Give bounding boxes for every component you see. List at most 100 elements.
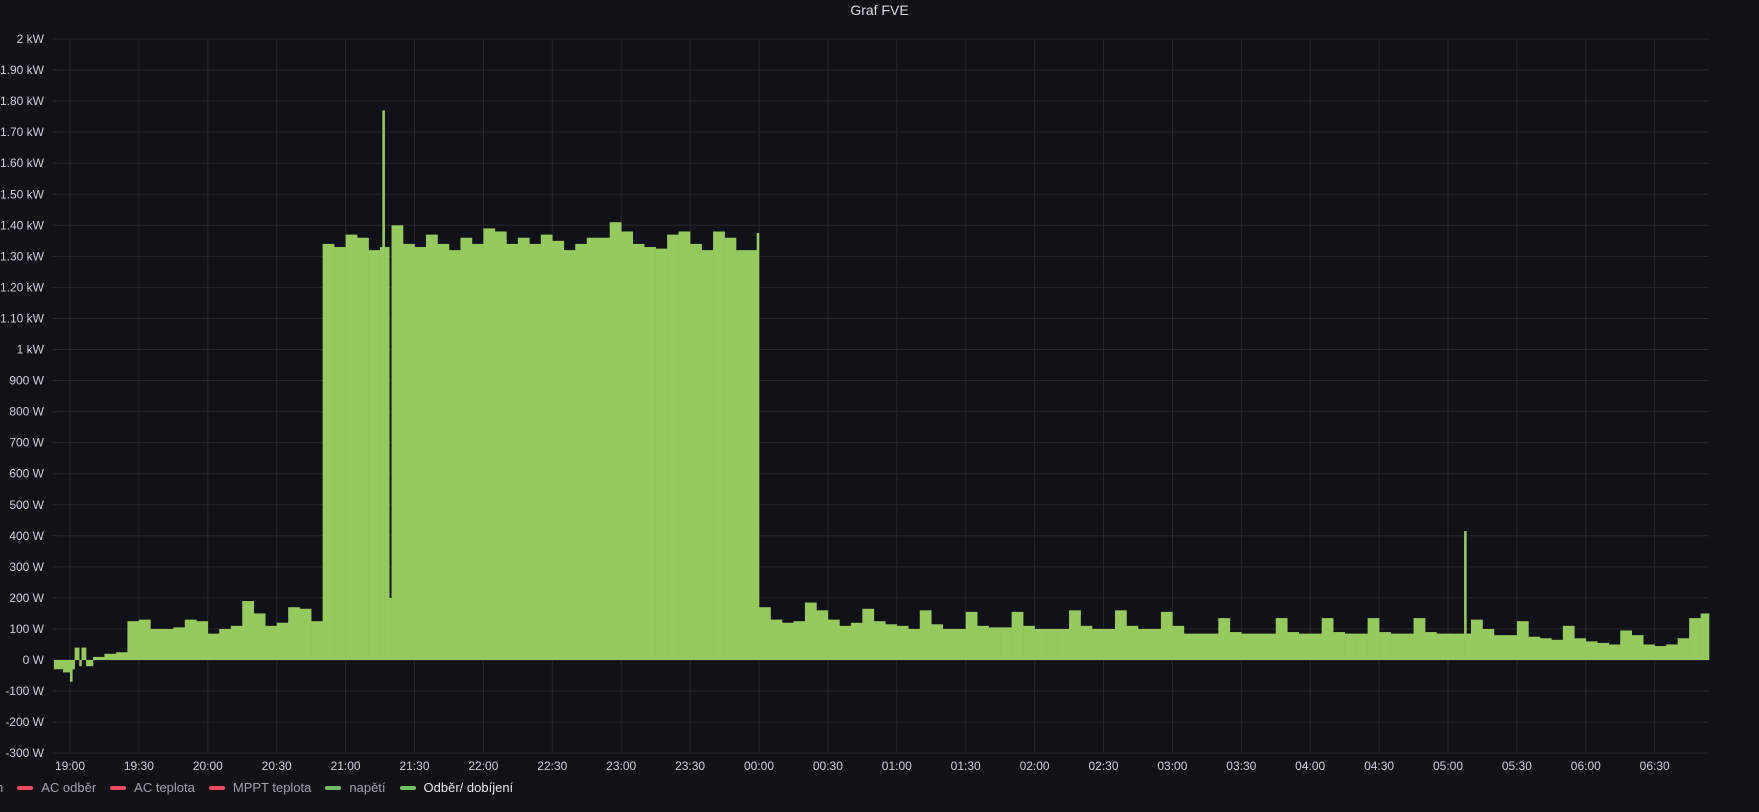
legend-item[interactable]: napětí bbox=[325, 780, 386, 795]
legend-item[interactable]: MPPT teplota bbox=[208, 780, 311, 795]
y-tick-label: 300 W bbox=[9, 560, 44, 574]
data-bar bbox=[1379, 632, 1391, 660]
data-bar bbox=[81, 647, 87, 660]
legend-swatch-icon bbox=[325, 785, 342, 790]
x-tick-label: 04:30 bbox=[1364, 759, 1394, 773]
legend-item[interactable]: AC odběr bbox=[17, 780, 96, 795]
y-tick-label: 600 W bbox=[9, 467, 44, 481]
data-bar bbox=[1229, 632, 1242, 660]
legend-swatch-icon bbox=[208, 785, 225, 790]
legend-item[interactable]: n bbox=[0, 780, 3, 795]
data-bar bbox=[1654, 646, 1667, 660]
y-tick-label: 500 W bbox=[9, 498, 44, 512]
data-bar bbox=[598, 237, 611, 660]
data-bar bbox=[403, 243, 415, 660]
legend-swatch-icon bbox=[110, 785, 127, 790]
data-bar bbox=[1034, 628, 1047, 660]
y-tick-label: -100 W bbox=[5, 684, 44, 698]
data-bar bbox=[494, 231, 507, 660]
data-bar bbox=[908, 628, 921, 660]
y-tick-label: 1.60 kW bbox=[0, 156, 45, 170]
data-bar bbox=[839, 625, 852, 660]
data-bar bbox=[92, 656, 105, 660]
x-tick-label: 06:00 bbox=[1571, 759, 1601, 773]
data-bar bbox=[345, 234, 358, 661]
data-bar bbox=[219, 628, 232, 660]
data-bar bbox=[483, 228, 496, 660]
data-bar bbox=[977, 625, 989, 660]
data-bar bbox=[207, 633, 220, 660]
data-bar bbox=[1069, 610, 1081, 660]
data-bar bbox=[1310, 633, 1322, 660]
data-bar bbox=[1516, 621, 1529, 660]
data-bar bbox=[299, 608, 312, 660]
x-tick-label: 05:00 bbox=[1433, 759, 1463, 773]
data-bar bbox=[655, 248, 668, 660]
x-tick-label: 03:00 bbox=[1157, 759, 1187, 773]
legend-swatch-icon bbox=[17, 785, 34, 790]
data-bar bbox=[954, 628, 966, 660]
data-bar bbox=[391, 225, 404, 661]
data-bar bbox=[540, 234, 553, 661]
data-bar bbox=[747, 250, 758, 660]
data-bar bbox=[184, 619, 197, 660]
data-bar bbox=[1367, 618, 1380, 660]
y-axis: 2 kW 1.90 kW 1.80 kW 1.70 kW 1.60 kW 1.50 kW 1… bbox=[0, 32, 45, 760]
data-bar bbox=[1466, 633, 1472, 660]
data-bar bbox=[1241, 633, 1254, 660]
data-bar bbox=[1551, 639, 1564, 660]
data-bar bbox=[563, 250, 576, 660]
legend-item[interactable]: AC teplota bbox=[110, 780, 195, 795]
data-bar bbox=[414, 247, 427, 660]
data-bar bbox=[196, 621, 209, 660]
data-bar bbox=[1264, 633, 1277, 660]
data-bar bbox=[1298, 633, 1311, 660]
data-bar bbox=[1356, 633, 1368, 660]
data-bar bbox=[1620, 630, 1633, 660]
data-bar bbox=[1011, 611, 1024, 660]
data-bar bbox=[1493, 635, 1506, 660]
data-bar bbox=[517, 237, 530, 660]
legend-item[interactable]: Odběr/ dobíjení bbox=[399, 780, 513, 795]
x-tick-label: 01:00 bbox=[882, 759, 912, 773]
data-bar bbox=[1390, 633, 1403, 660]
data-bar bbox=[1666, 644, 1678, 660]
data-bar bbox=[1448, 633, 1460, 660]
data-bar bbox=[1092, 628, 1104, 660]
data-bar bbox=[896, 625, 909, 660]
y-tick-label: 1.80 kW bbox=[0, 94, 45, 108]
x-tick-label: 22:30 bbox=[537, 759, 567, 773]
data-bar bbox=[552, 240, 565, 660]
x-tick-label: 23:30 bbox=[675, 759, 705, 773]
x-tick-label: 21:00 bbox=[331, 759, 361, 773]
data-bar bbox=[334, 247, 346, 660]
data-bar bbox=[1344, 633, 1357, 660]
data-bar bbox=[644, 247, 656, 660]
data-bar bbox=[781, 622, 794, 660]
data-bar bbox=[678, 231, 691, 660]
data-bar bbox=[368, 250, 381, 660]
data-bar bbox=[70, 660, 73, 682]
panel-title: Graf FVE bbox=[850, 2, 909, 18]
data-bar bbox=[448, 250, 461, 660]
data-bar bbox=[632, 243, 645, 660]
data-bar bbox=[150, 628, 163, 660]
data-bar bbox=[770, 619, 783, 660]
data-bar bbox=[173, 627, 186, 660]
x-tick-label: 00:30 bbox=[813, 759, 843, 773]
y-tick-label: -200 W bbox=[5, 715, 44, 729]
data-bar bbox=[690, 243, 702, 660]
data-bar bbox=[759, 607, 771, 660]
data-bar bbox=[1172, 625, 1185, 660]
data-bar bbox=[529, 243, 542, 660]
data-bar bbox=[1321, 618, 1334, 660]
data-bar bbox=[104, 653, 117, 660]
data-bar bbox=[713, 231, 725, 660]
data-bar bbox=[253, 613, 266, 660]
x-tick-label: 05:30 bbox=[1502, 759, 1532, 773]
data-bar bbox=[804, 602, 817, 660]
data-bar bbox=[586, 237, 599, 660]
data-bar bbox=[382, 110, 385, 661]
y-tick-label: 1.40 kW bbox=[0, 218, 45, 232]
y-tick-label: 700 W bbox=[9, 436, 44, 450]
